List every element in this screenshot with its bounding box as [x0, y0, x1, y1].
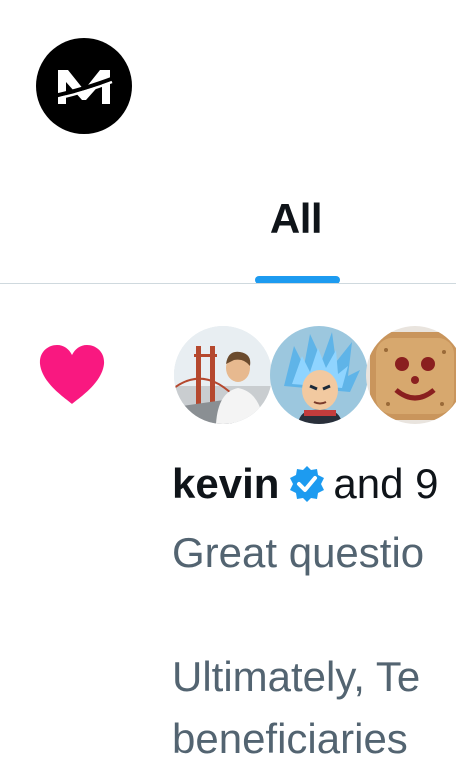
notification-tabs: All — [0, 175, 456, 285]
avatar[interactable] — [366, 326, 456, 424]
tabs-divider — [0, 283, 456, 284]
liker-avatars — [174, 326, 456, 426]
brand-logo-icon[interactable] — [36, 38, 132, 134]
user-name-link[interactable]: kevin — [172, 460, 279, 507]
tweet-preview[interactable]: Great questio Ultimately, Te beneficiari… — [172, 522, 456, 767]
m-monogram-icon — [53, 70, 115, 104]
verified-badge-icon — [287, 460, 327, 502]
preview-line: Great questio — [172, 529, 425, 576]
and-others-text: and 9 — [333, 460, 439, 507]
notification-header: kevin and 9 — [172, 454, 439, 514]
preview-line: beneficiaries — [172, 715, 408, 762]
notifications-page: All kevin and 9 Great questio Ultimately… — [0, 0, 456, 767]
tab-all[interactable]: All — [236, 191, 356, 285]
heart-icon — [38, 344, 106, 406]
preview-line: Ultimately, Te — [172, 653, 421, 700]
tab-all-label: All — [269, 195, 323, 242]
avatar[interactable] — [270, 326, 368, 424]
avatar[interactable] — [174, 326, 272, 424]
